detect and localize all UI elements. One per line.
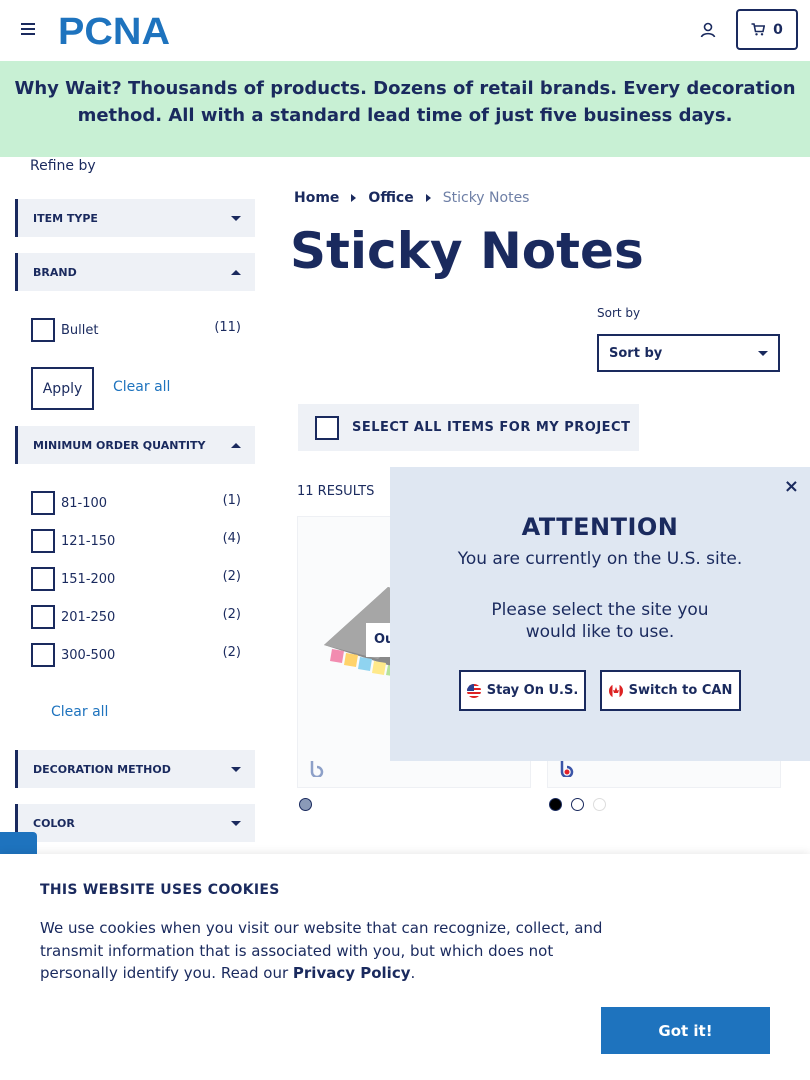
moq-option[interactable]: 81-100 (1) [31, 491, 241, 515]
promo-text: Thousands of products. Dozens of retail … [77, 78, 796, 126]
checkbox[interactable] [31, 605, 55, 629]
apply-button[interactable]: Apply [31, 367, 94, 410]
clear-all-link[interactable]: Clear all [113, 379, 170, 395]
option-count: (4) [222, 530, 241, 546]
breadcrumb: Home Office Sticky Notes [294, 190, 529, 206]
promo-lead: Why Wait? [14, 78, 122, 99]
caret-up-icon [231, 269, 241, 275]
checkbox[interactable] [31, 567, 55, 591]
option-count: (2) [222, 606, 241, 622]
swatch-black[interactable] [549, 798, 562, 811]
got-it-button[interactable]: Got it! [601, 1007, 770, 1054]
caret-up-icon [231, 442, 241, 448]
site-selection-modal: × ATTENTION You are currently on the U.S… [390, 467, 810, 761]
caret-down-icon [758, 350, 768, 356]
caret-right-icon [425, 194, 431, 202]
privacy-policy-link[interactable]: Privacy Policy [293, 964, 411, 982]
modal-title: ATTENTION [521, 513, 679, 541]
brand-badge-icon [310, 761, 324, 777]
moq-option[interactable]: 151-200 (2) [31, 567, 241, 591]
refine-by-label: Refine by [30, 158, 96, 174]
close-icon[interactable]: × [784, 476, 799, 497]
swatch-white[interactable] [571, 798, 584, 811]
facet-label: MINIMUM ORDER QUANTITY [33, 438, 206, 452]
page-title: Sticky Notes [290, 222, 644, 280]
checkbox[interactable] [31, 318, 55, 342]
us-flag-icon [466, 683, 481, 698]
menu-icon[interactable] [21, 23, 35, 35]
sort-selected-value: Sort by [609, 345, 663, 361]
cookie-end: . [410, 964, 416, 982]
breadcrumb-home[interactable]: Home [294, 190, 339, 206]
facet-color[interactable]: COLOR [15, 804, 255, 842]
swatch-multi[interactable] [299, 798, 312, 811]
color-swatches [299, 798, 312, 811]
breadcrumb-current: Sticky Notes [442, 190, 530, 206]
moq-option[interactable]: 201-250 (2) [31, 605, 241, 629]
switch-label: Switch to CAN [628, 683, 733, 698]
facet-label: DECORATION METHOD [33, 762, 171, 776]
option-count: (1) [222, 492, 241, 508]
facet-label: BRAND [33, 265, 77, 279]
switch-to-can-button[interactable]: Switch to CAN [600, 670, 741, 711]
checkbox[interactable] [31, 643, 55, 667]
option-count: (2) [222, 568, 241, 584]
stay-on-us-button[interactable]: Stay On U.S. [459, 670, 586, 711]
account-icon[interactable] [699, 21, 717, 39]
cookie-banner: THIS WEBSITE USES COOKIES We use cookies… [0, 854, 810, 1080]
sort-label: Sort by [597, 306, 641, 320]
modal-prompt: Please select the site you would like to… [491, 600, 709, 642]
results-count: 11 RESULTS [297, 484, 375, 499]
caret-down-icon [231, 215, 241, 221]
moq-option[interactable]: 121-150 (4) [31, 529, 241, 553]
cookie-text: We use cookies when you visit our websit… [40, 917, 610, 985]
pcna-logo[interactable]: PCNA [58, 14, 176, 46]
brand-option-bullet[interactable]: Bullet (11) [31, 318, 241, 342]
clear-all-moq-link[interactable]: Clear all [51, 704, 108, 720]
facet-minimum-order-quantity[interactable]: MINIMUM ORDER QUANTITY [15, 426, 255, 464]
select-all-checkbox[interactable] [315, 415, 339, 440]
color-swatches [549, 798, 606, 811]
option-label: 121-150 [61, 533, 116, 549]
facet-brand[interactable]: BRAND [15, 253, 255, 291]
moq-option[interactable]: 300-500 (2) [31, 643, 241, 667]
cookie-title: THIS WEBSITE USES COOKIES [40, 882, 280, 898]
option-label: 151-200 [61, 571, 116, 587]
option-label: 81-100 [61, 495, 108, 511]
cart-button[interactable]: 0 [736, 9, 798, 50]
site-header: PCNA 0 [0, 0, 810, 61]
caret-down-icon [231, 766, 241, 772]
option-count: (11) [214, 319, 241, 335]
svg-text:PCNA: PCNA [58, 14, 170, 46]
option-count: (2) [222, 644, 241, 660]
option-label: 201-250 [61, 609, 116, 625]
facet-label: ITEM TYPE [33, 211, 98, 225]
checkbox[interactable] [31, 529, 55, 553]
facet-item-type[interactable]: ITEM TYPE [15, 199, 255, 237]
caret-down-icon [231, 820, 241, 826]
checkbox[interactable] [31, 491, 55, 515]
canada-flag-icon [608, 683, 623, 698]
breadcrumb-office[interactable]: Office [368, 190, 413, 206]
caret-right-icon [351, 194, 357, 202]
swatch-clear[interactable] [593, 798, 606, 811]
select-all-label: SELECT ALL ITEMS FOR MY PROJECT [352, 420, 631, 435]
modal-message: You are currently on the U.S. site. [457, 549, 743, 569]
select-all-items[interactable]: SELECT ALL ITEMS FOR MY PROJECT [298, 404, 639, 451]
cart-count: 0 [773, 21, 783, 38]
facet-decoration-method[interactable]: DECORATION METHOD [15, 750, 255, 788]
stay-label: Stay On U.S. [486, 683, 579, 698]
option-label: 300-500 [61, 647, 116, 663]
promo-banner: Why Wait? Thousands of products. Dozens … [0, 61, 810, 157]
cart-icon [751, 23, 766, 36]
facet-label: COLOR [33, 816, 75, 830]
option-label: Bullet [61, 322, 99, 338]
sort-select[interactable]: Sort by [597, 334, 780, 372]
brand-badge-icon [560, 761, 574, 777]
